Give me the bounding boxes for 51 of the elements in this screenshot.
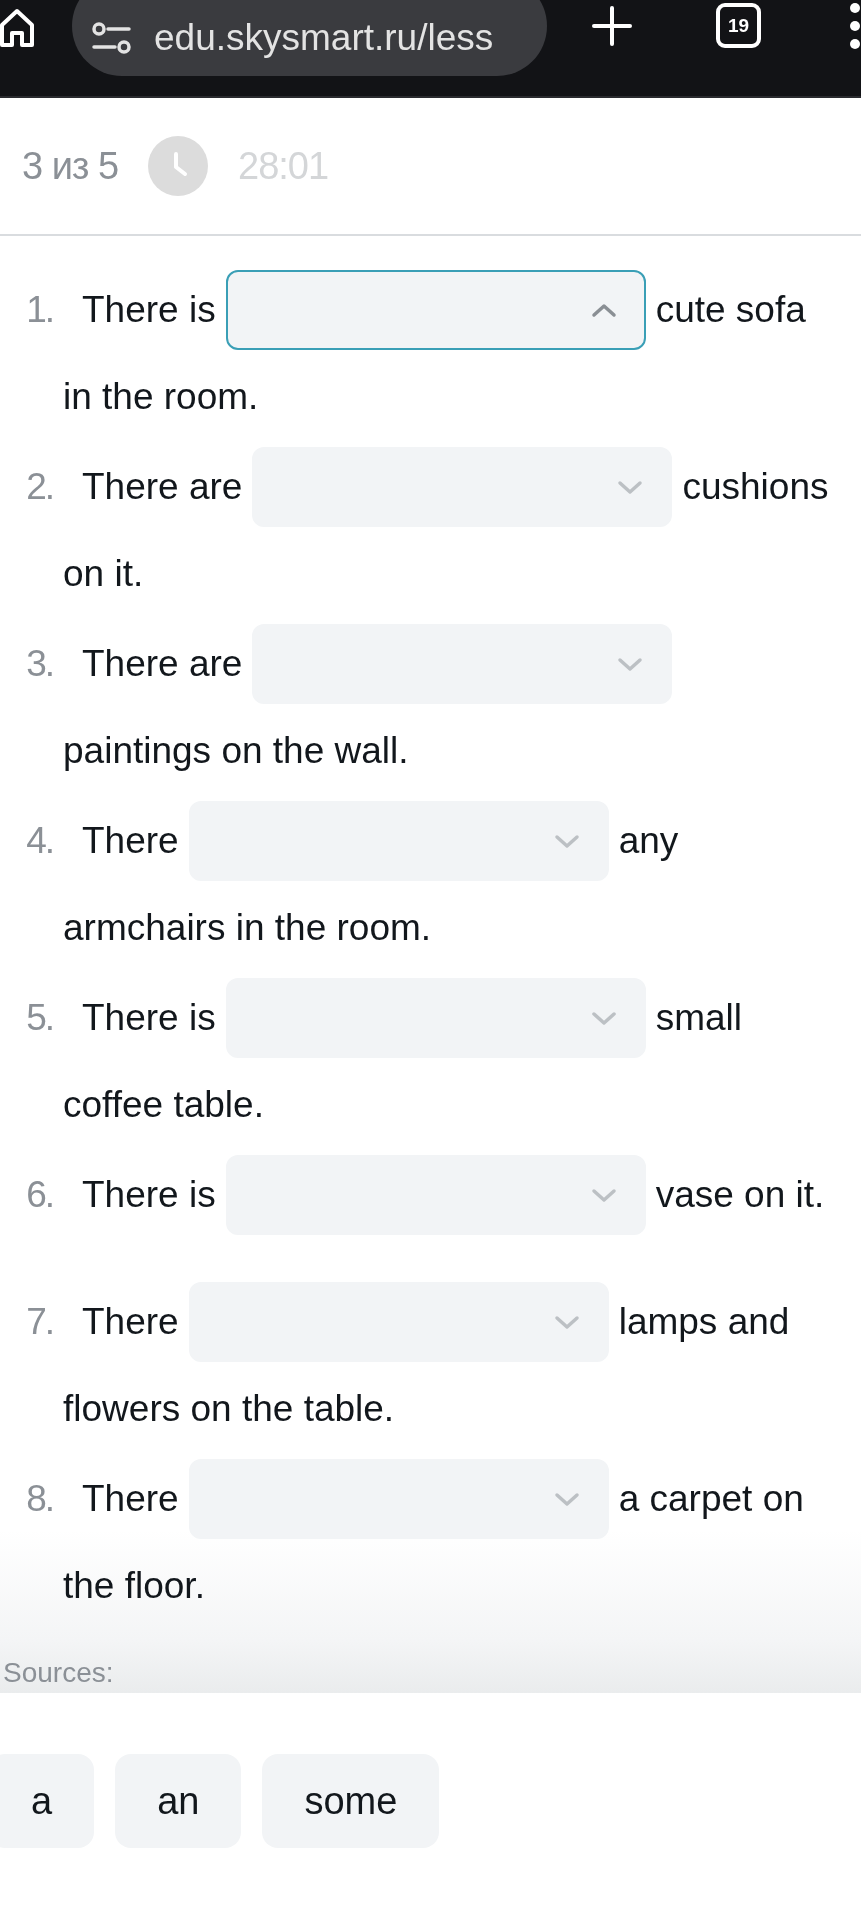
chevron-down-icon (590, 1010, 617, 1026)
sentence-end: cute sofa (655, 288, 806, 332)
tab-switcher-button[interactable]: 19 (716, 3, 761, 48)
sentence-continuation: flowers on the table. (63, 1387, 395, 1431)
sentence-end: a carpet on (618, 1477, 804, 1521)
question-number: 7. (25, 1301, 53, 1343)
sources-label: Sources: (3, 1656, 114, 1690)
sentence-continuation: paintings on the wall. (63, 729, 409, 773)
sentence-continuation: armchairs in the room. (63, 906, 432, 950)
chevron-down-icon (617, 479, 644, 495)
sentence-start: There are (82, 642, 243, 686)
chevron-up-icon (590, 302, 617, 318)
question-number: 5. (25, 997, 53, 1039)
chevron-down-icon (590, 1187, 617, 1203)
sentence-start: There is (82, 1173, 216, 1217)
sentence-end: vase on it. (655, 1173, 825, 1217)
question-number: 4. (25, 820, 53, 862)
sentence-start: There (82, 819, 179, 863)
sliders-icon[interactable] (92, 22, 131, 54)
sentence-end: small (655, 996, 742, 1040)
sentence-end: cushions (682, 465, 829, 509)
sentence-continuation: on it. (63, 552, 144, 596)
sentence-start: There (82, 1477, 179, 1521)
sentence-end: lamps and (618, 1300, 790, 1344)
sentence-start: There is (82, 288, 216, 332)
answer-dropdown[interactable] (225, 270, 646, 350)
new-tab-icon[interactable] (592, 6, 632, 46)
chevron-down-icon (553, 833, 580, 849)
question-number: 6. (25, 1174, 53, 1216)
clock-icon (148, 136, 209, 196)
sentence-continuation: in the room. (63, 375, 259, 419)
sentence-start: There (82, 1300, 179, 1344)
chevron-down-icon (553, 1314, 580, 1330)
question-number: 2. (25, 466, 53, 508)
progress-counter: 3 из 5 (22, 144, 119, 188)
word-chip[interactable]: some (262, 1754, 440, 1848)
sentence-end: any (618, 819, 679, 863)
question-number: 1. (25, 289, 53, 331)
chevron-down-icon (617, 656, 644, 672)
question-number: 8. (25, 1478, 53, 1520)
word-chip[interactable]: an (115, 1754, 242, 1848)
chevron-down-icon (553, 1491, 580, 1507)
sentence-continuation: coffee table. (63, 1083, 264, 1127)
word-chip[interactable]: a (0, 1754, 95, 1848)
sentence-continuation: the floor. (63, 1564, 205, 1608)
url-text: edu.skysmart.ru/less (154, 17, 494, 59)
more-options-icon[interactable] (849, 2, 861, 50)
sentence-start: There is (82, 996, 216, 1040)
question-number: 3. (25, 643, 53, 685)
address-bar[interactable]: edu.skysmart.ru/less (72, 0, 547, 76)
sentence-start: There are (82, 465, 243, 509)
